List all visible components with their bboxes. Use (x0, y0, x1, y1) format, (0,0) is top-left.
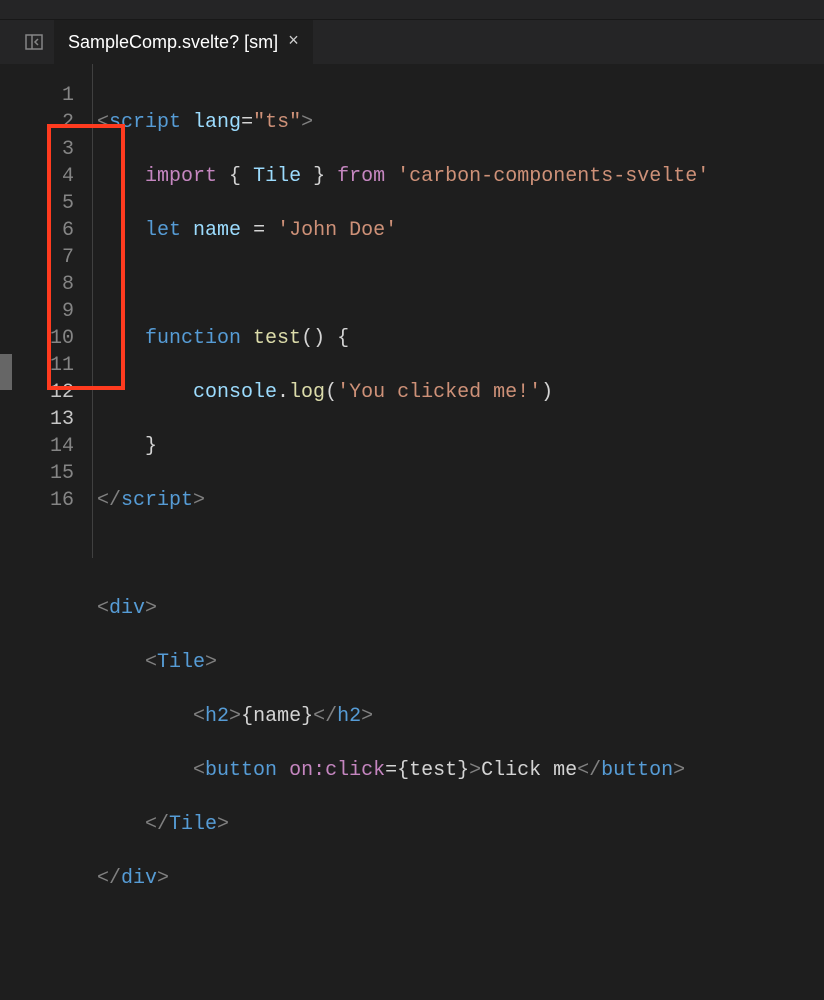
toggle-panel-icon[interactable] (22, 30, 46, 54)
line-number[interactable]: 15 (22, 460, 92, 487)
line-number[interactable]: 13 (22, 406, 92, 433)
line-number[interactable]: 9 (22, 298, 92, 325)
tab-actions (22, 20, 54, 64)
line-number[interactable]: 6 (22, 217, 92, 244)
line-number[interactable]: 1 (22, 82, 92, 109)
line-number[interactable]: 16 (22, 487, 92, 514)
editor-tab[interactable]: SampleComp.svelte? [sm] × (54, 20, 314, 64)
code-content[interactable]: <script lang="ts"> import { Tile } from … (92, 64, 824, 558)
glyph-margin (0, 64, 22, 558)
line-number[interactable]: 4 (22, 163, 92, 190)
line-number[interactable]: 5 (22, 190, 92, 217)
line-number[interactable]: 8 (22, 271, 92, 298)
overview-marker (0, 354, 12, 390)
top-spacer (0, 0, 824, 20)
tab-label: SampleComp.svelte? [sm] (68, 32, 278, 53)
tab-bar: SampleComp.svelte? [sm] × (0, 20, 824, 64)
line-number-gutter: 1 2 3 4 5 6 7 8 9 10 11 12 13 14 15 16 (22, 64, 92, 558)
line-number[interactable]: 10 (22, 325, 92, 352)
close-icon[interactable]: × (288, 33, 299, 51)
editor: 1 2 3 4 5 6 7 8 9 10 11 12 13 14 15 16 <… (0, 64, 824, 558)
line-number[interactable]: 7 (22, 244, 92, 271)
line-number[interactable]: 14 (22, 433, 92, 460)
line-number[interactable]: 11 (22, 352, 92, 379)
line-number[interactable]: 2 (22, 109, 92, 136)
line-number[interactable]: 3 (22, 136, 92, 163)
line-number[interactable]: 12 (22, 379, 92, 406)
